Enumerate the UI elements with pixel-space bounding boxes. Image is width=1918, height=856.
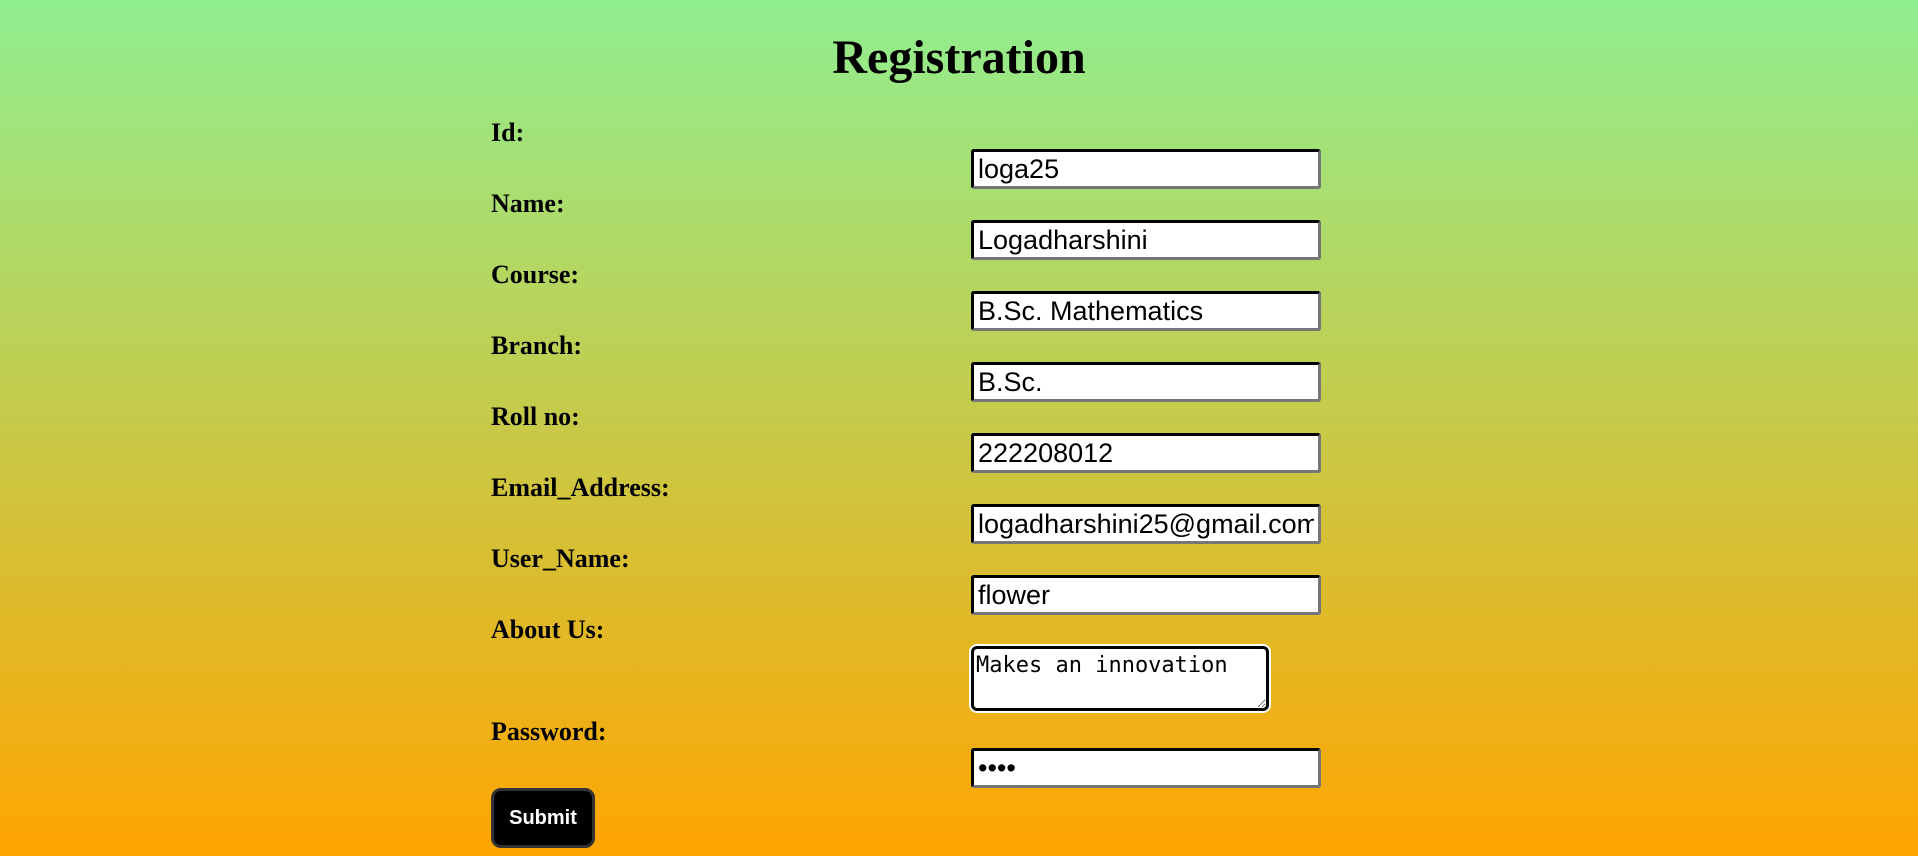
- course-label: Course:: [491, 260, 580, 289]
- name-input[interactable]: [971, 220, 1321, 260]
- id-label: Id:: [491, 118, 525, 147]
- email-label: Email_Address:: [491, 473, 670, 502]
- email-input[interactable]: [971, 504, 1321, 544]
- submit-button[interactable]: Submit: [491, 788, 595, 848]
- roll-no-label: Roll no:: [491, 402, 580, 431]
- page-title: Registration: [832, 31, 1086, 84]
- roll-no-input[interactable]: [971, 433, 1321, 473]
- user-name-label: User_Name:: [491, 544, 630, 573]
- course-input[interactable]: [971, 291, 1321, 331]
- password-input[interactable]: [971, 748, 1321, 788]
- password-label: Password:: [491, 717, 607, 746]
- about-us-label: About Us:: [491, 615, 605, 644]
- about-us-textarea[interactable]: Makes an innovation: [971, 646, 1269, 711]
- user-name-input[interactable]: [971, 575, 1321, 615]
- name-label: Name:: [491, 189, 565, 218]
- branch-input[interactable]: [971, 362, 1321, 402]
- branch-label: Branch:: [491, 331, 582, 360]
- id-input[interactable]: [971, 149, 1321, 189]
